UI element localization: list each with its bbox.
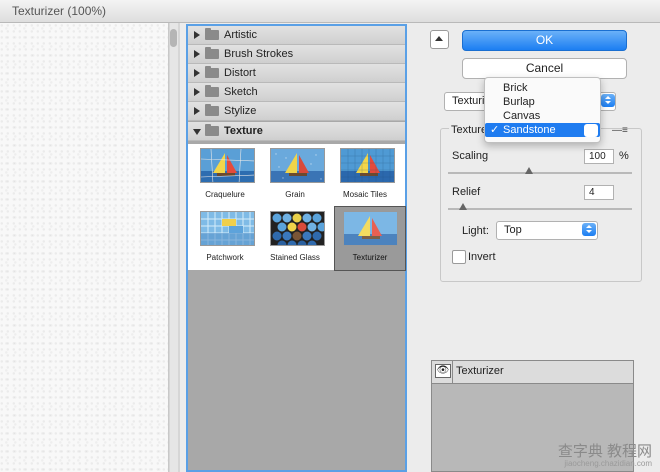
watermark: 查字典 教程网 jiaocheng.chazidian.com — [530, 440, 660, 472]
scaling-unit: % — [619, 150, 629, 162]
select-arrows-icon — [601, 94, 615, 107]
visibility-eye-icon[interactable]: 👁 — [435, 364, 451, 378]
folder-icon — [205, 28, 219, 40]
select-arrows-icon — [584, 124, 598, 137]
cancel-button[interactable]: Cancel — [462, 58, 627, 79]
category-label: Texture — [224, 125, 263, 137]
scaling-slider-track[interactable] — [448, 172, 632, 174]
category-brush-strokes[interactable]: Brush Strokes — [188, 45, 405, 64]
filter-thumb-mosaic-tiles[interactable]: Mosaic Tiles — [330, 144, 400, 207]
category-stylize[interactable]: Stylize — [188, 102, 405, 121]
disclosure-right-icon — [194, 50, 200, 58]
category-artistic[interactable]: Artistic — [188, 26, 405, 45]
filter-thumb-stained-glass[interactable]: Stained Glass — [260, 207, 330, 270]
thumbnail-image — [343, 211, 398, 246]
texture-dropdown-menu: Brick Burlap Canvas ✓ Sandstone — [484, 77, 601, 143]
thumbnail-image — [200, 211, 255, 246]
relief-label: Relief — [452, 186, 481, 198]
collapse-gallery-button[interactable] — [430, 30, 449, 49]
menu-item-burlap[interactable]: Burlap — [485, 95, 600, 109]
preview-area[interactable] — [0, 23, 180, 472]
menu-item-sandstone[interactable]: ✓ Sandstone — [485, 123, 600, 137]
relief-slider-track[interactable] — [448, 208, 632, 210]
menu-item-label: Brick — [503, 82, 528, 94]
category-label: Artistic — [224, 29, 257, 41]
category-label: Brush Strokes — [224, 48, 294, 60]
menu-item-brick[interactable]: Brick — [485, 81, 600, 95]
preview-scrollbar-track[interactable] — [170, 23, 178, 472]
invert-label: Invert — [468, 251, 496, 263]
thumbnail-label: Patchwork — [206, 253, 244, 262]
thumbnail-image — [270, 148, 325, 183]
menu-item-label: Sandstone — [503, 124, 556, 136]
category-label: Stylize — [224, 105, 257, 117]
light-select[interactable]: Top — [496, 221, 598, 240]
texture-thumbnails: Craquelure Grain Mosaic Tiles Patchwork … — [188, 144, 406, 271]
relief-input[interactable]: 4 — [584, 185, 614, 200]
disclosure-right-icon — [194, 88, 200, 96]
watermark-title: 查字典 教程网 — [557, 443, 652, 460]
disclosure-down-icon — [193, 129, 201, 135]
window-title-bar: Texturizer (100%) — [0, 0, 660, 23]
filter-thumb-texturizer[interactable]: Texturizer — [334, 206, 406, 271]
category-label: Sketch — [224, 86, 258, 98]
filter-thumb-craquelure[interactable]: Craquelure — [190, 144, 260, 207]
ok-button[interactable]: OK — [462, 30, 627, 51]
category-label: Distort — [224, 67, 256, 79]
watermark-url: jiaocheng.chazidian.com — [564, 459, 652, 468]
thumbnail-label: Mosaic Tiles — [342, 190, 387, 199]
thumbnail-label: Craquelure — [205, 190, 245, 199]
filter-gallery: Artistic Brush Strokes Distort Sketch St… — [186, 24, 407, 472]
menu-item-label: Burlap — [503, 96, 535, 108]
layer-divider — [452, 361, 453, 383]
effect-layer-name: Texturizer — [456, 365, 504, 377]
window-title: Texturizer (100%) — [12, 4, 107, 18]
scaling-label: Scaling — [452, 150, 489, 162]
menu-item-label: Canvas — [503, 110, 541, 122]
disclosure-right-icon — [194, 31, 200, 39]
scaling-slider-knob[interactable] — [524, 167, 533, 174]
folder-icon — [205, 66, 219, 78]
open-folder-icon — [205, 124, 219, 136]
menu-item-canvas[interactable]: Canvas — [485, 109, 600, 123]
effect-layer-row[interactable]: 👁 Texturizer — [432, 361, 633, 384]
filter-thumb-patchwork[interactable]: Patchwork — [190, 207, 260, 270]
thumbnail-image — [270, 211, 325, 246]
relief-slider-knob[interactable] — [458, 203, 467, 210]
scaling-input[interactable]: 100 — [584, 149, 614, 164]
light-label: Light: — [462, 225, 489, 237]
preview-canvas[interactable] — [0, 23, 169, 472]
light-select-value: Top — [504, 224, 522, 236]
invert-checkbox[interactable] — [452, 250, 466, 264]
filter-thumb-grain[interactable]: Grain — [260, 144, 330, 207]
category-texture[interactable]: Texture — [188, 122, 405, 141]
category-sketch[interactable]: Sketch — [188, 83, 405, 102]
thumbnail-image — [200, 148, 255, 183]
thumbnail-label: Stained Glass — [270, 253, 320, 262]
disclosure-right-icon — [194, 69, 200, 77]
folder-icon — [205, 85, 219, 97]
category-distort[interactable]: Distort — [188, 64, 405, 83]
panel-menu-icon[interactable]: —≡ — [612, 125, 628, 136]
select-arrows-icon — [582, 223, 596, 236]
disclosure-right-icon — [194, 107, 200, 115]
thumbnail-image — [340, 148, 395, 183]
thumbnail-label: Grain — [285, 190, 305, 199]
preview-scrollbar-thumb[interactable] — [170, 29, 177, 47]
checkmark-icon: ✓ — [490, 124, 500, 136]
folder-icon — [205, 104, 219, 116]
folder-icon — [205, 47, 219, 59]
thumbnail-label: Texturizer — [352, 253, 388, 262]
